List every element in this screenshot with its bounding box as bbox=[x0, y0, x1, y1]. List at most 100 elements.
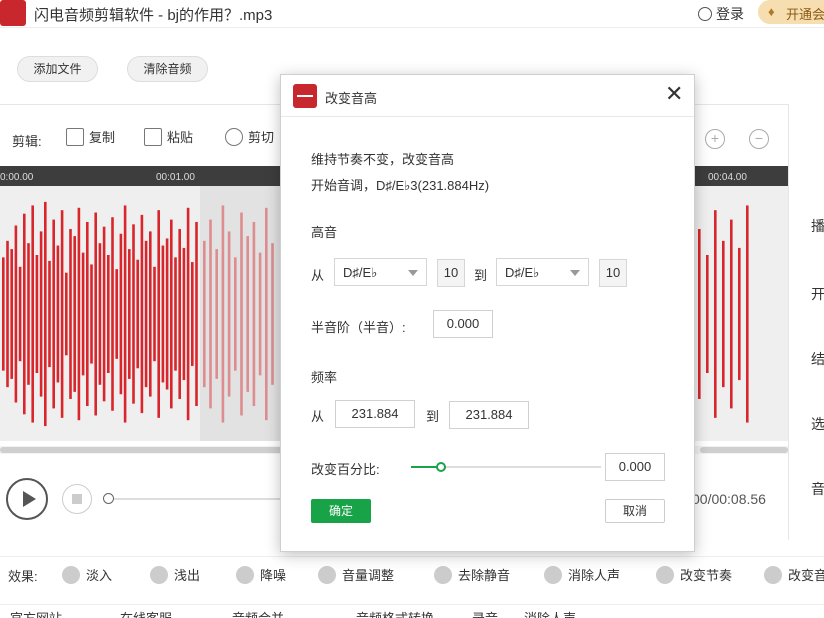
volume-button[interactable]: 音量调整 bbox=[318, 565, 394, 584]
waveform-bar bbox=[14, 225, 18, 403]
fade-in-label: 淡入 bbox=[86, 568, 113, 583]
waveform-bar bbox=[157, 210, 160, 418]
change-tempo-label: 改变节奏 bbox=[680, 568, 733, 583]
title-bar: 闪电音频剪辑软件 - bj的作用？.mp3 登录 ♦ 开通会 bbox=[0, 0, 824, 28]
waveform-bar bbox=[69, 229, 72, 399]
waveform-bar bbox=[265, 207, 268, 421]
waveform-bar bbox=[221, 205, 225, 423]
record-link[interactable]: 录音 bbox=[472, 608, 498, 618]
copy-button[interactable]: 复制 bbox=[66, 127, 115, 146]
right-panel-label-play: 播 bbox=[811, 218, 824, 234]
scrollbar-thumb[interactable] bbox=[0, 447, 290, 453]
waveform-bar bbox=[182, 247, 186, 381]
to-note-select[interactable]: D♯/E♭ bbox=[496, 258, 589, 286]
freq-to-input[interactable]: 231.884 bbox=[449, 401, 529, 429]
fade-out-button[interactable]: 浅出 bbox=[150, 565, 200, 584]
remove-silence-button[interactable]: 去除静音 bbox=[434, 565, 510, 584]
paste-button[interactable]: 粘贴 bbox=[144, 127, 193, 146]
waveform-bar bbox=[203, 240, 206, 388]
paste-icon bbox=[144, 128, 162, 146]
online-support-link[interactable]: 在线客服 bbox=[120, 608, 172, 618]
tempo-icon bbox=[656, 566, 674, 584]
change-tempo-button[interactable]: 改变节奏 bbox=[656, 565, 732, 584]
waveform-bar bbox=[195, 221, 198, 407]
change-pitch-button[interactable]: 改变音 bbox=[764, 565, 824, 584]
waveform-bar bbox=[23, 213, 26, 415]
denoise-button[interactable]: 降噪 bbox=[236, 565, 286, 584]
waveform-bar bbox=[98, 243, 102, 385]
login-button[interactable]: 登录 bbox=[698, 4, 744, 24]
freq-from-label: 从 bbox=[311, 409, 325, 424]
remove-voice-button[interactable]: 消除人声 bbox=[544, 565, 620, 584]
audio-convert-link[interactable]: 音频格式转换 bbox=[356, 608, 434, 618]
diamond-icon: ♦ bbox=[768, 4, 775, 19]
waveform-bar bbox=[56, 245, 60, 383]
dialog-start-pitch: 开始音调，D♯/E♭3(231.884Hz) bbox=[311, 178, 490, 193]
clear-audio-button[interactable]: 清除音频 bbox=[127, 56, 208, 82]
dialog-description: 维持节奏不变，改变音高 bbox=[311, 152, 455, 167]
waveform-bar bbox=[136, 259, 139, 369]
cancel-button[interactable]: 取消 bbox=[605, 499, 665, 523]
frequency-section-label: 频率 bbox=[311, 370, 338, 385]
waveform-bar bbox=[186, 207, 190, 421]
login-label: 登录 bbox=[716, 6, 744, 22]
effects-label: 效果: bbox=[8, 569, 38, 584]
waveform-bar bbox=[714, 210, 717, 418]
waveform-bar bbox=[215, 249, 218, 379]
waveform-bar bbox=[86, 221, 89, 407]
zoom-in-icon[interactable]: + bbox=[705, 129, 725, 149]
waveform-bar bbox=[35, 255, 39, 373]
remove-silence-label: 去除静音 bbox=[458, 568, 511, 583]
waveform-bar bbox=[258, 252, 262, 376]
pitch-icon bbox=[764, 566, 782, 584]
waveform-bar bbox=[73, 236, 76, 392]
effects-toolbar: 效果: 淡入 浅出 降噪 音量调整 去除静音 消除人声 改变节奏 改变音 bbox=[0, 556, 824, 588]
playback-progress[interactable] bbox=[108, 498, 288, 500]
chevron-down-icon bbox=[570, 270, 580, 276]
playback-time: 00/00:08.56 bbox=[692, 491, 766, 507]
waveform-bar bbox=[252, 221, 256, 407]
from-note-select[interactable]: D♯/E♭ bbox=[334, 258, 427, 286]
waveform-bar bbox=[123, 205, 127, 423]
waveform-bar bbox=[149, 231, 152, 397]
close-icon[interactable]: ✕ bbox=[665, 83, 683, 105]
audio-merge-link[interactable]: 音频合并 bbox=[232, 608, 284, 618]
waveform-bar bbox=[115, 269, 118, 359]
right-panel-label-select: 选 bbox=[811, 416, 824, 432]
ok-button[interactable]: 确定 bbox=[311, 499, 371, 523]
percent-slider-knob[interactable] bbox=[436, 462, 446, 472]
playback-knob[interactable] bbox=[103, 493, 114, 504]
vip-button[interactable]: ♦ 开通会 bbox=[758, 0, 824, 24]
pitch-from-label: 从 bbox=[311, 268, 325, 283]
volume-label: 音量调整 bbox=[342, 568, 395, 583]
scrollbar-thumb-right[interactable] bbox=[700, 447, 788, 453]
from-octave-field[interactable]: 10 bbox=[437, 259, 465, 287]
waveform-bar bbox=[65, 272, 68, 356]
waveform-bar bbox=[178, 229, 181, 399]
cut-label: 剪切 bbox=[248, 130, 275, 145]
add-file-button[interactable]: 添加文件 bbox=[17, 56, 98, 82]
waveform-bar bbox=[706, 255, 709, 373]
denoise-icon bbox=[236, 566, 254, 584]
right-panel-label-volume: 音 bbox=[811, 481, 824, 497]
stop-button[interactable] bbox=[62, 484, 92, 514]
semitone-input[interactable]: 0.000 bbox=[433, 310, 493, 338]
vip-label: 开通会 bbox=[786, 7, 824, 22]
zoom-out-icon[interactable]: − bbox=[749, 129, 769, 149]
freq-from-input[interactable]: 231.884 bbox=[335, 400, 415, 428]
official-site-link[interactable]: 官方网站 bbox=[10, 608, 62, 618]
denoise-label: 降噪 bbox=[260, 568, 287, 583]
fade-in-button[interactable]: 淡入 bbox=[62, 565, 112, 584]
voice-remove-link[interactable]: 消除人声 bbox=[524, 608, 576, 618]
chevron-down-icon bbox=[408, 270, 418, 276]
app-window: 闪电音频剪辑软件 - bj的作用？.mp3 登录 ♦ 开通会 添加文件 清除音频 … bbox=[0, 0, 824, 618]
from-note-value: D♯/E♭ bbox=[343, 265, 378, 280]
to-octave-field[interactable]: 10 bbox=[599, 259, 627, 287]
percent-input[interactable]: 0.000 bbox=[605, 453, 665, 481]
waveform-bar bbox=[52, 219, 55, 409]
cut-button[interactable]: 剪切 bbox=[225, 127, 274, 146]
waveform-bar bbox=[174, 257, 177, 371]
waveform-bar bbox=[102, 226, 106, 402]
waveform-bar bbox=[31, 205, 34, 423]
play-button[interactable] bbox=[6, 478, 48, 520]
